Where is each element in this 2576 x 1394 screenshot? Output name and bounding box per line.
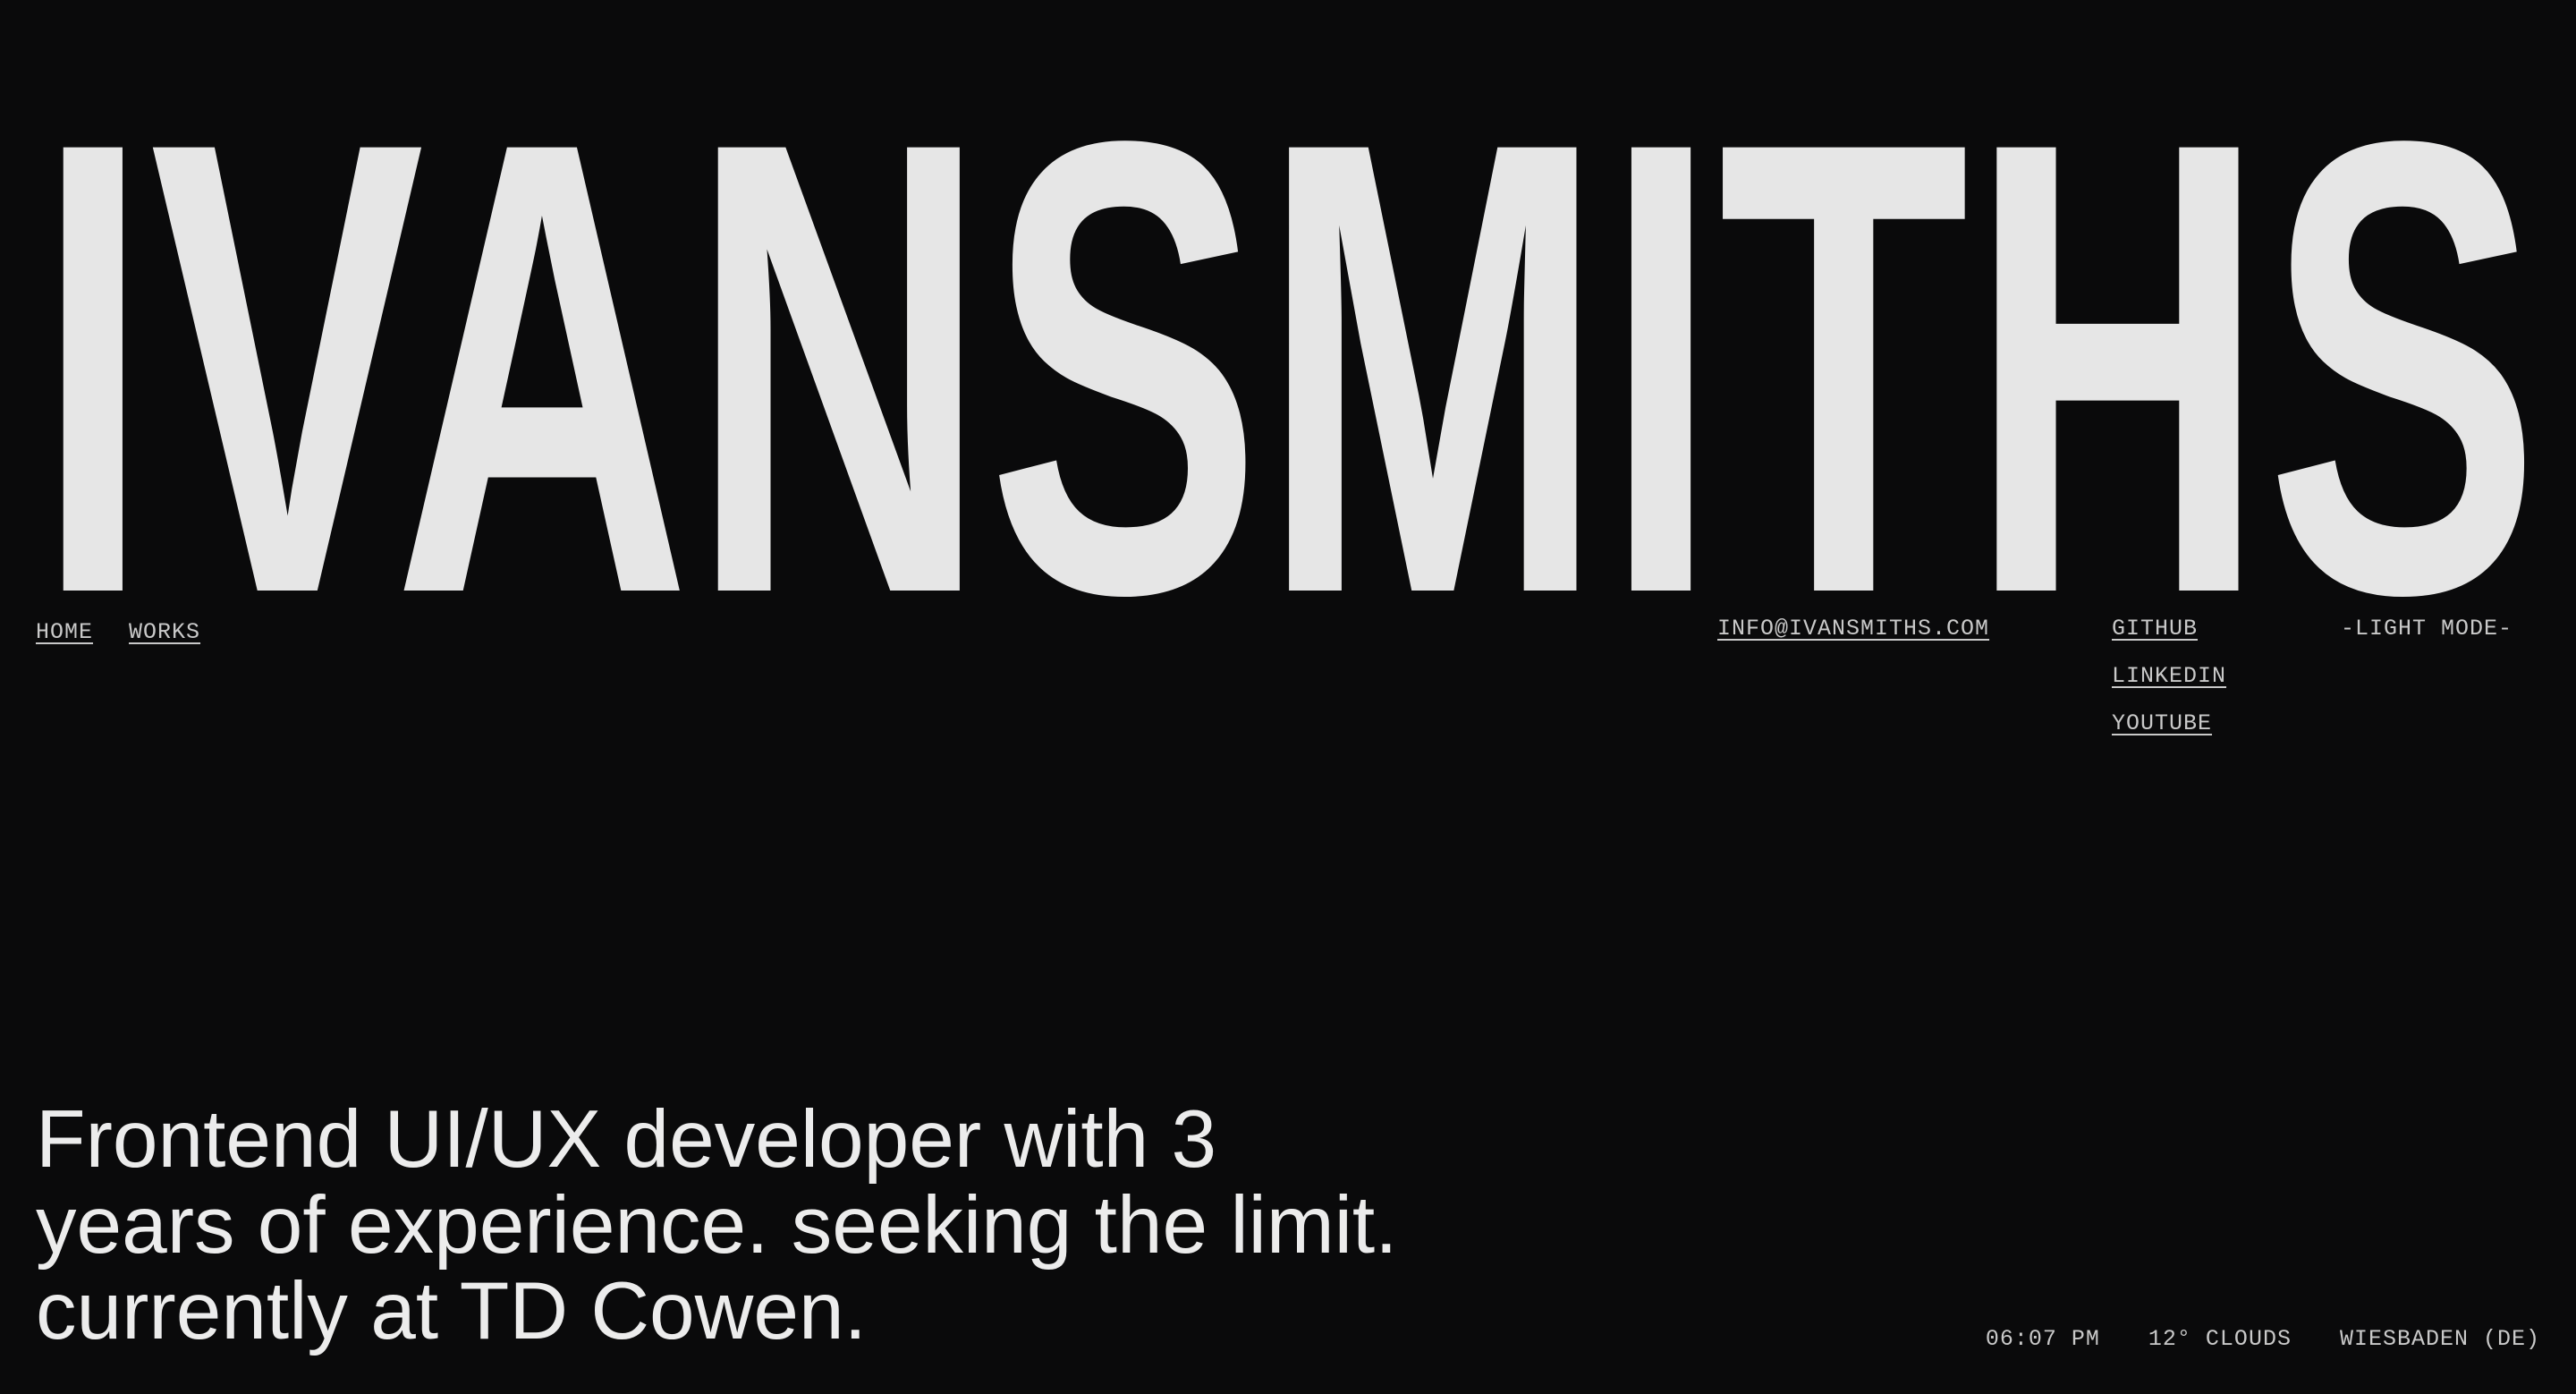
github-link[interactable]: GITHUB	[2112, 616, 2226, 642]
nav-item-home[interactable]: HOME	[36, 619, 93, 645]
tagline-line: currently at TD Cowen.	[36, 1266, 867, 1356]
tagline-line: Frontend UI/UX developer with 3	[36, 1094, 1217, 1185]
linkedin-link[interactable]: LINKEDIN	[2112, 663, 2226, 689]
youtube-link[interactable]: YOUTUBE	[2112, 710, 2226, 736]
social-links: GITHUB LINKEDIN YOUTUBE	[2112, 616, 2226, 736]
nav-item-works[interactable]: WORKS	[129, 619, 200, 645]
light-mode-toggle[interactable]: -LIGHT MODE-	[2341, 616, 2512, 642]
tagline-line: years of experience. seeking the limit.	[36, 1180, 1398, 1271]
hero-tagline: Frontend UI/UX developer with 3 years of…	[36, 1097, 1601, 1355]
email-link[interactable]: INFO@IVANSMITHS.COM	[1717, 616, 1989, 642]
status-bar: 06:07 PM 12° CLOUDS WIESBADEN (DE)	[1986, 1326, 2540, 1352]
wordmark-text: IVANSMITHS	[36, 7, 2540, 626]
weather-readout: 12° CLOUDS	[2148, 1326, 2292, 1352]
wordmark-logo: IVANSMITHS	[36, 7, 2540, 626]
location-label: WIESBADEN (DE)	[2339, 1326, 2540, 1352]
primary-nav: HOME WORKS	[36, 619, 200, 645]
local-time: 06:07 PM	[1985, 1326, 2100, 1352]
